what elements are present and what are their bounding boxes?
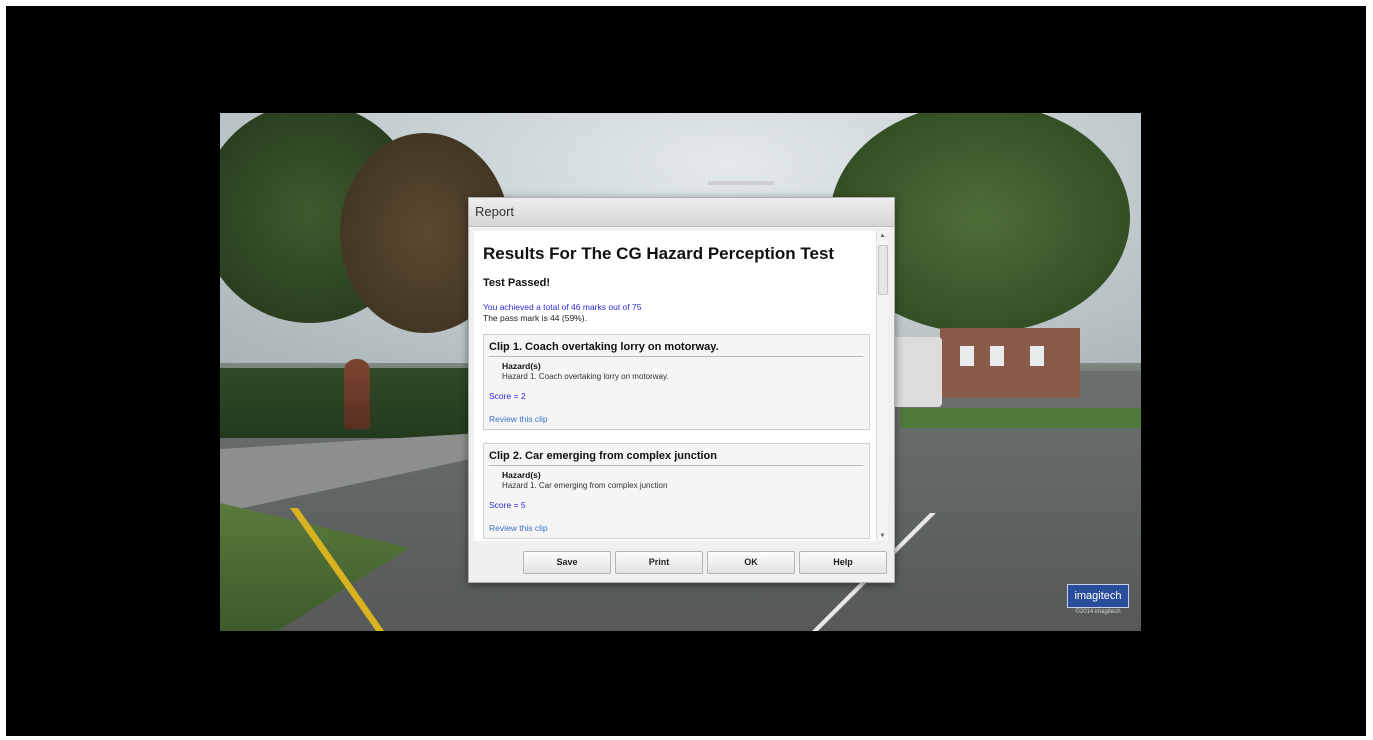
divider [489, 356, 863, 357]
house [940, 328, 1080, 398]
pedestrian [344, 359, 370, 429]
divider [489, 465, 863, 466]
report-dialog: Report Results For The CG Hazard Percept… [468, 197, 895, 583]
review-clip-link[interactable]: Review this clip [489, 414, 548, 424]
save-button[interactable]: Save [523, 551, 611, 574]
dialog-title: Report [475, 204, 515, 219]
lamppost [708, 181, 774, 185]
clip-card: Clip 1. Coach overtaking lorry on motorw… [483, 334, 870, 430]
clip-card: Clip 2. Car emerging from complex juncti… [483, 443, 870, 539]
clip-title: Clip 1. Coach overtaking lorry on motorw… [489, 341, 719, 353]
scroll-thumb[interactable] [878, 245, 888, 295]
test-status: Test Passed! [483, 277, 551, 289]
dialog-button-bar: Save Print OK Help [469, 547, 894, 577]
pass-mark-text: The pass mark is 44 (59%). [483, 313, 587, 323]
total-marks-text: You achieved a total of 46 marks out of … [483, 302, 642, 312]
review-clip-link[interactable]: Review this clip [489, 523, 548, 533]
clip-score: Score = 2 [489, 391, 526, 401]
scroll-down-icon[interactable]: ▼ [877, 531, 888, 541]
scroll-up-icon[interactable]: ▲ [877, 231, 888, 241]
vertical-scrollbar[interactable]: ▲ ▼ [876, 231, 888, 541]
report-heading: Results For The CG Hazard Perception Tes… [483, 244, 835, 263]
parked-van [892, 337, 942, 407]
hazards-heading: Hazard(s) [502, 470, 541, 480]
clip-score: Score = 5 [489, 500, 526, 510]
report-content[interactable]: Results For The CG Hazard Perception Tes… [474, 231, 877, 541]
logo-copyright: ©2014 imagitech [1075, 609, 1121, 615]
hazards-heading: Hazard(s) [502, 361, 541, 371]
hazard-text: Hazard 1. Coach overtaking lorry on moto… [502, 372, 669, 381]
grass-right [900, 408, 1141, 428]
help-button[interactable]: Help [799, 551, 887, 574]
dialog-titlebar[interactable]: Report [469, 198, 894, 227]
print-button[interactable]: Print [615, 551, 703, 574]
hazard-text: Hazard 1. Car emerging from complex junc… [502, 481, 668, 490]
ok-button[interactable]: OK [707, 551, 795, 574]
imagitech-logo: imagitech [1067, 584, 1129, 608]
clip-title: Clip 2. Car emerging from complex juncti… [489, 450, 717, 462]
